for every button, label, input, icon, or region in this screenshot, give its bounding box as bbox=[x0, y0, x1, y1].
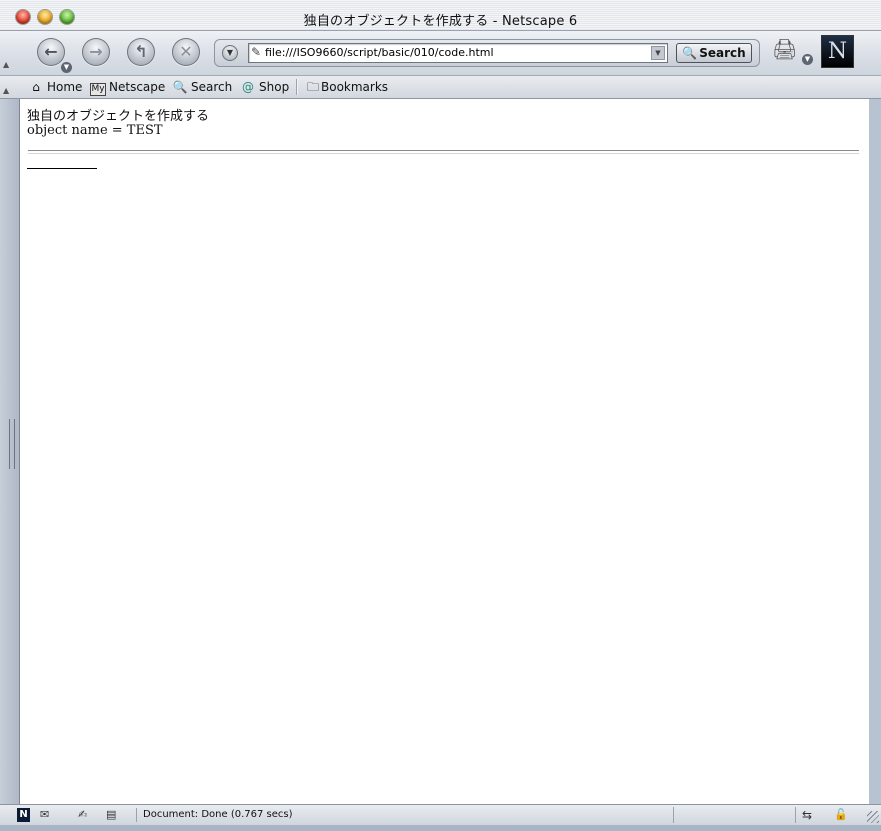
status-divider bbox=[673, 807, 674, 823]
magnifier-icon: 🔍 bbox=[172, 80, 188, 94]
resize-grip-icon[interactable] bbox=[867, 811, 879, 823]
search-button-label: Search bbox=[699, 46, 746, 60]
back-button[interactable]: ← bbox=[37, 38, 65, 66]
url-bar-container: ▼ ✎ ▼ 🔍Search bbox=[214, 39, 760, 67]
reload-button[interactable]: ↰ bbox=[127, 38, 155, 66]
url-input[interactable] bbox=[265, 45, 645, 60]
personal-item-bookmarks[interactable]: 🗀 Bookmarks bbox=[305, 79, 388, 95]
netscape-throbber-logo[interactable]: N bbox=[822, 36, 853, 67]
print-icon[interactable]: 🖨 bbox=[772, 37, 800, 61]
navigation-toolbar: ▲ ← ▼ → ↰ ✕ ▼ ✎ ▼ 🔍Search 🖨 ▼ N bbox=[0, 31, 881, 76]
browser-window: 独自のオブジェクトを作成する - Netscape 6 ▲ ← ▼ → ↰ ✕ … bbox=[0, 0, 881, 831]
toolbar-grip-icon[interactable]: ▲ bbox=[3, 61, 13, 69]
personal-item-home[interactable]: ⌂ Home bbox=[28, 79, 82, 95]
personal-item-my-netscape[interactable]: My Netscape bbox=[90, 79, 165, 96]
personal-toolbar: ▲ ⌂ Home My Netscape 🔍 Search @ Shop 🗀 Bookma… bbox=[0, 76, 881, 99]
personal-item-search[interactable]: 🔍 Search bbox=[172, 79, 233, 95]
status-text: Document: Done (0.767 secs) bbox=[136, 808, 293, 822]
window-right-edge bbox=[869, 99, 881, 804]
personal-item-shop[interactable]: @ Shop bbox=[240, 79, 289, 95]
short-rule-line bbox=[27, 168, 97, 169]
composer-icon[interactable]: ▤ bbox=[106, 808, 116, 822]
mail-icon[interactable]: ✉ bbox=[40, 808, 49, 822]
sidebar-collapse-grip[interactable] bbox=[0, 99, 20, 804]
status-bar: N ✉ ✍ ▤ Document: Done (0.767 secs) ⇆ 🔓 bbox=[0, 804, 881, 825]
personal-toolbar-grip-icon[interactable]: ▲ bbox=[3, 87, 13, 95]
url-dropdown-icon[interactable]: ▼ bbox=[651, 46, 665, 60]
folder-icon: 🗀 bbox=[306, 80, 319, 94]
stop-button[interactable]: ✕ bbox=[172, 38, 200, 66]
page-heading-text: 独自のオブジェクトを作成する bbox=[27, 109, 210, 124]
house-icon: ⌂ bbox=[32, 80, 40, 94]
instant-messenger-icon[interactable]: ✍ bbox=[78, 808, 87, 822]
print-menu-icon[interactable]: ▼ bbox=[802, 54, 813, 65]
toolbar-separator bbox=[296, 79, 297, 95]
security-lock-icon[interactable]: 🔓 bbox=[834, 808, 848, 822]
shop-icon: @ bbox=[242, 80, 254, 94]
page-content: 独自のオブジェクトを作成する object name = TEST bbox=[20, 99, 869, 804]
title-bar[interactable]: 独自のオブジェクトを作成する - Netscape 6 bbox=[0, 0, 881, 31]
back-menu-icon[interactable]: ▼ bbox=[61, 62, 72, 73]
search-icon: 🔍 bbox=[682, 46, 698, 60]
forward-button[interactable]: → bbox=[82, 38, 110, 66]
horizontal-rule bbox=[28, 150, 859, 154]
url-field[interactable]: ✎ ▼ bbox=[248, 43, 668, 63]
status-divider bbox=[795, 807, 796, 823]
object-output-text: object name = TEST bbox=[27, 123, 163, 138]
search-button[interactable]: 🔍 Search bbox=[676, 43, 752, 63]
window-bottom-edge bbox=[0, 825, 881, 831]
history-dropdown-button[interactable]: ▼ bbox=[222, 45, 238, 61]
navigator-icon[interactable]: N bbox=[17, 808, 30, 822]
page-proxy-icon[interactable]: ✎ bbox=[251, 45, 261, 59]
my-netscape-icon: My bbox=[90, 83, 106, 96]
online-status-icon[interactable]: ⇆ bbox=[802, 808, 812, 822]
window-title: 独自のオブジェクトを作成する - Netscape 6 bbox=[303, 14, 578, 29]
sidebar-handle-icon[interactable] bbox=[9, 419, 15, 469]
